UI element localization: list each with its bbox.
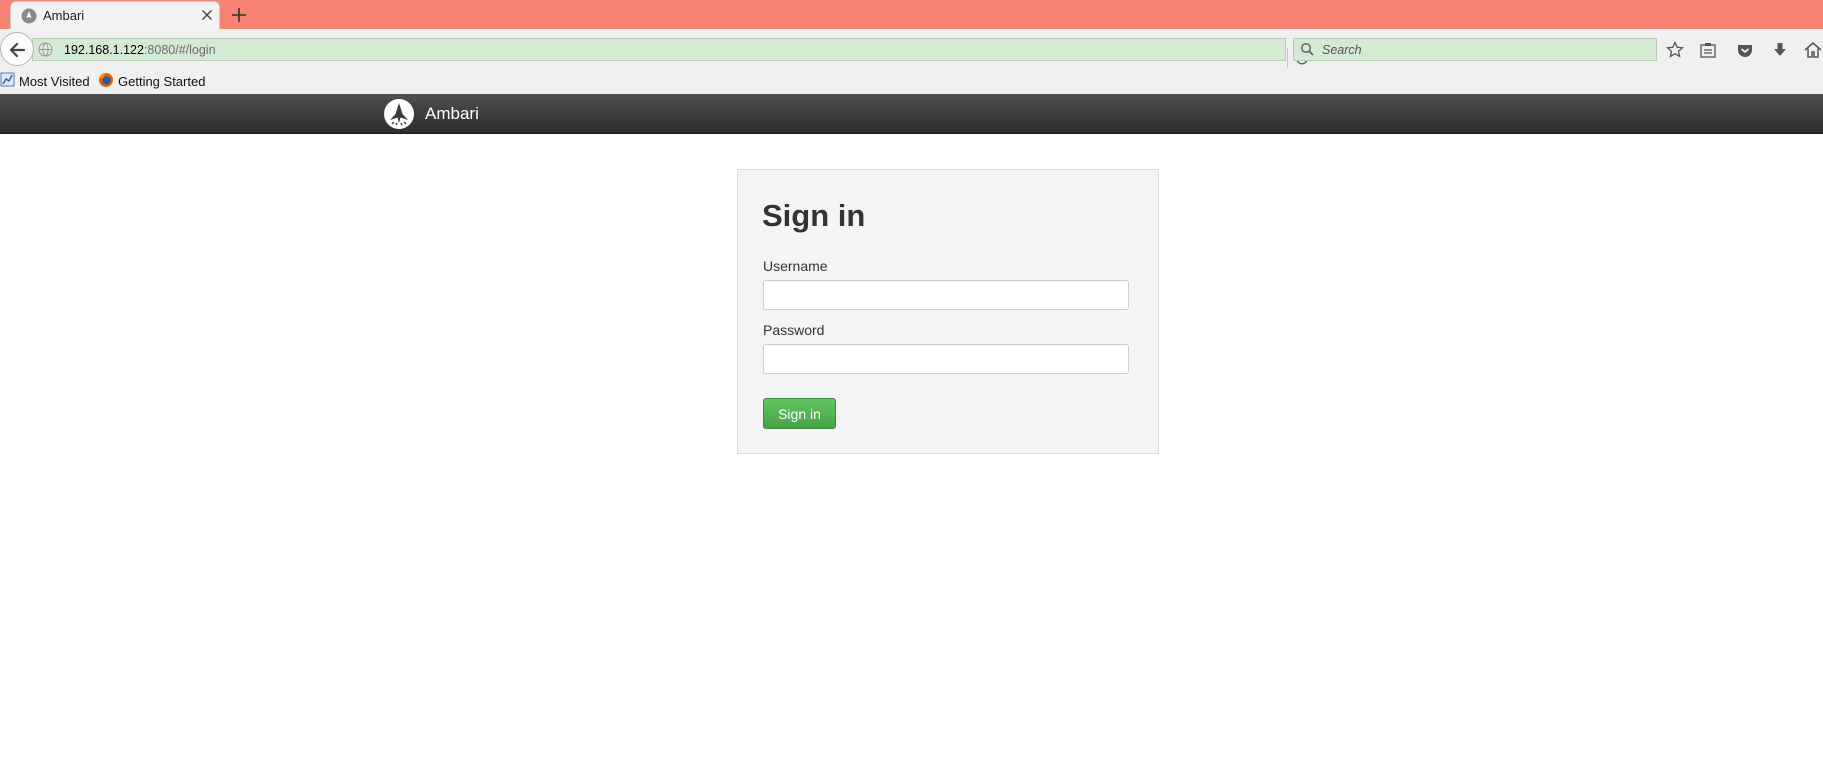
bookmarks-toolbar: Most Visited Getting Started xyxy=(0,68,1823,94)
login-form: Sign in Username Password Sign in xyxy=(737,169,1159,454)
download-icon[interactable] xyxy=(1770,40,1790,60)
back-arrow-icon xyxy=(9,42,26,58)
url-host: 192.168.1.122 xyxy=(64,43,144,57)
brand-name: Ambari xyxy=(425,104,479,123)
pocket-icon[interactable] xyxy=(1735,40,1755,60)
bookmark-label: Getting Started xyxy=(118,73,206,89)
browser-nav-toolbar: 192.168.1.122:8080/#/login xyxy=(0,29,1823,71)
url-text[interactable]: 192.168.1.122:8080/#/login xyxy=(64,43,216,57)
search-icon xyxy=(1300,42,1315,57)
login-title: Sign in xyxy=(762,198,866,233)
back-button[interactable] xyxy=(0,32,34,66)
url-bar[interactable]: 192.168.1.122:8080/#/login xyxy=(32,38,1309,71)
bookmark-most-visited[interactable]: Most Visited xyxy=(0,72,90,90)
star-icon[interactable] xyxy=(1665,40,1685,60)
password-label: Password xyxy=(763,322,825,338)
tab-title: Ambari xyxy=(43,8,85,23)
sign-in-button[interactable]: Sign in xyxy=(763,398,836,429)
globe-icon[interactable] xyxy=(38,42,53,57)
bookmark-label: Most Visited xyxy=(19,73,90,89)
reading-list-icon[interactable] xyxy=(1698,40,1718,60)
close-icon[interactable] xyxy=(199,7,215,23)
new-tab-plus-icon[interactable] xyxy=(228,4,250,26)
firefox-icon xyxy=(98,72,118,91)
app-header: Ambari xyxy=(0,94,1823,134)
browser-tabstrip: Ambari xyxy=(0,0,1823,29)
search-input[interactable] xyxy=(1320,40,1650,59)
bookmark-getting-started[interactable]: Getting Started xyxy=(98,72,205,90)
brand[interactable]: Ambari xyxy=(383,97,479,131)
most-visited-icon xyxy=(0,72,19,90)
ambari-logo-icon xyxy=(383,98,415,130)
username-label: Username xyxy=(763,258,828,274)
browser-tab-ambari[interactable]: Ambari xyxy=(10,1,220,29)
search-bar[interactable] xyxy=(1293,38,1657,61)
password-input[interactable] xyxy=(763,344,1129,374)
ambari-logo-icon xyxy=(21,8,37,24)
username-input[interactable] xyxy=(763,280,1129,310)
home-icon[interactable] xyxy=(1803,40,1823,60)
url-path: :8080/#/login xyxy=(143,43,216,57)
